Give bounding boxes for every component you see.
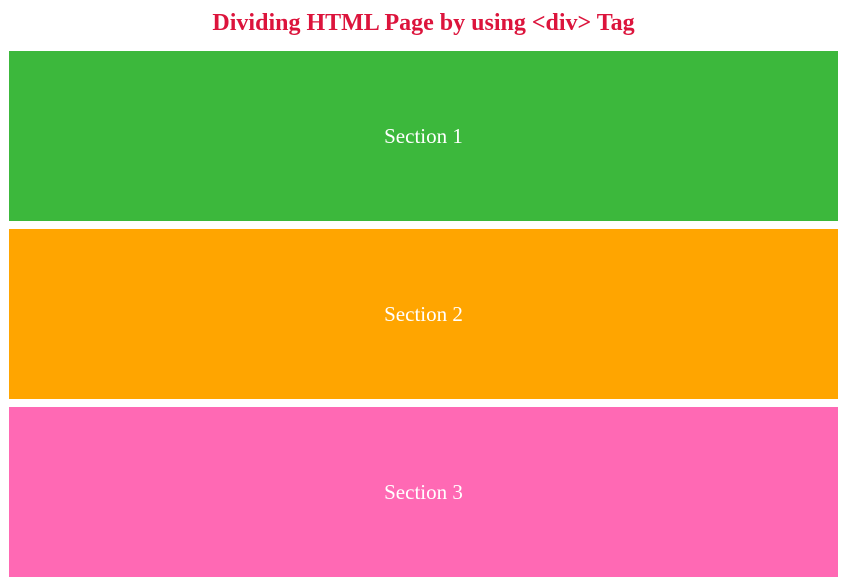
section-3-label: Section 3 (384, 480, 463, 505)
page-title: Dividing HTML Page by using <div> Tag (0, 0, 847, 51)
section-1-label: Section 1 (384, 124, 463, 149)
section-1: Section 1 (9, 51, 838, 221)
section-3: Section 3 (9, 407, 838, 577)
section-2-label: Section 2 (384, 302, 463, 327)
section-2: Section 2 (9, 229, 838, 399)
